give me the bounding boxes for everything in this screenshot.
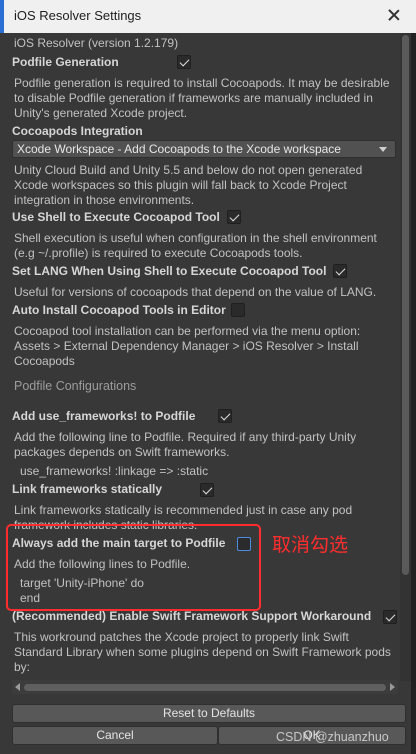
auto-install-description: Cocoapod tool installation can be perfor… xyxy=(14,324,361,368)
auto-install-label: Auto Install Cocoapod Tools in Editor xyxy=(12,303,226,317)
podfile-generation-label: Podfile Generation xyxy=(12,55,119,69)
window-edge xyxy=(411,33,416,754)
vertical-scrollbar-thumb[interactable] xyxy=(402,35,409,575)
use-frameworks-label: Add use_frameworks! to Podfile xyxy=(12,409,196,423)
swift-workaround-description: This workround patches the Xcode project… xyxy=(14,630,391,674)
annotation-highlight-box xyxy=(6,524,261,611)
cocoapods-integration-description: Unity Cloud Build and Unity 5.5 and belo… xyxy=(14,163,363,207)
title-bar: iOS Resolver Settings xyxy=(0,0,416,33)
title-accent xyxy=(0,0,4,33)
watermark: CSDN @zhuanzhuo xyxy=(276,730,389,744)
podfile-configurations-section-title: Podfile Configurations xyxy=(14,379,137,393)
horizontal-scrollbar[interactable] xyxy=(12,680,398,694)
auto-install-checkbox[interactable] xyxy=(231,303,245,317)
ios-resolver-settings-window: iOS Resolver Settings iOS Resolver (vers… xyxy=(0,0,416,754)
use-shell-label: Use Shell to Execute Cocoapod Tool xyxy=(12,210,220,224)
podfile-generation-checkbox[interactable] xyxy=(177,55,191,69)
version-text: iOS Resolver (version 1.2.179) xyxy=(14,36,179,50)
use-shell-checkbox[interactable] xyxy=(227,210,241,224)
link-static-checkbox[interactable] xyxy=(200,483,214,497)
swift-workaround-checkbox[interactable] xyxy=(383,610,397,624)
set-lang-label: Set LANG When Using Shell to Execute Coc… xyxy=(12,264,327,278)
close-icon[interactable] xyxy=(386,7,402,23)
scroll-right-icon[interactable] xyxy=(390,683,395,691)
use-frameworks-checkbox[interactable] xyxy=(218,409,232,423)
swift-workaround-label: (Recommended) Enable Swift Framework Sup… xyxy=(12,609,372,623)
use-shell-description: Shell execution is useful when configura… xyxy=(14,231,377,260)
dropdown-selected-value: Xcode Workspace - Add Cocoapods to the X… xyxy=(17,142,341,156)
link-static-label: Link frameworks statically xyxy=(12,482,163,496)
use-frameworks-code: use_frameworks! :linkage => :static xyxy=(20,464,209,478)
podfile-generation-description: Podfile generation is required to instal… xyxy=(14,76,390,120)
vertical-scrollbar[interactable] xyxy=(400,33,411,681)
set-lang-description: Useful for versions of cocoapods that de… xyxy=(14,285,377,299)
use-frameworks-description: Add the following line to Podfile. Requi… xyxy=(14,430,357,459)
window-title: iOS Resolver Settings xyxy=(14,8,142,23)
scroll-left-icon[interactable] xyxy=(15,683,20,691)
set-lang-checkbox[interactable] xyxy=(333,264,347,278)
cancel-button[interactable]: Cancel xyxy=(12,726,218,745)
cocoapods-integration-dropdown[interactable]: Xcode Workspace - Add Cocoapods to the X… xyxy=(12,140,396,158)
cocoapods-integration-label: Cocoapods Integration xyxy=(12,124,143,138)
horizontal-scrollbar-thumb[interactable] xyxy=(24,684,386,691)
annotation-text: 取消勾选 xyxy=(272,535,349,556)
chevron-down-icon xyxy=(379,147,387,152)
reset-to-defaults-button[interactable]: Reset to Defaults xyxy=(12,704,406,723)
